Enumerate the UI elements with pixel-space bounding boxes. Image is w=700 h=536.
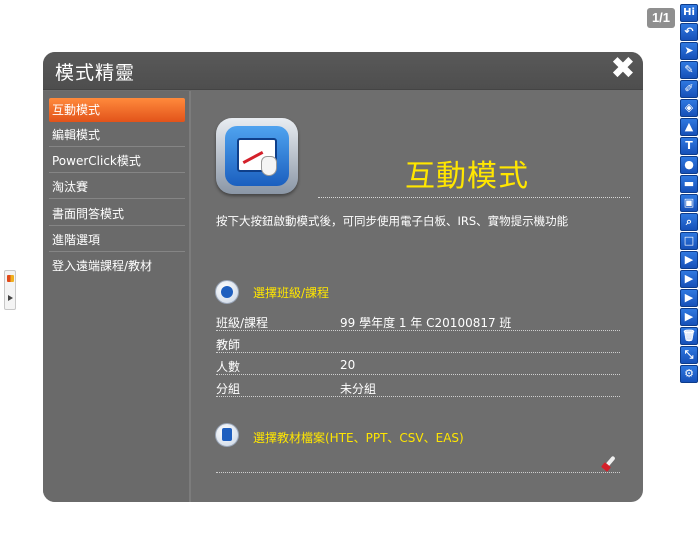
info-row-class: 班級/課程 99 學年度 1 年 C20100817 班 xyxy=(216,310,620,331)
page-counter: 1/1 xyxy=(647,8,675,28)
page-add-icon[interactable]: ▶ xyxy=(680,251,698,269)
sidebar-item-powerclick-mode[interactable]: PowerClick模式 xyxy=(49,149,185,173)
trash-icon[interactable]: 🗑 xyxy=(680,327,698,345)
page-copy-icon[interactable]: ▶ xyxy=(680,308,698,326)
info-row-teacher: 教師 xyxy=(216,332,620,353)
info-row-group: 分組 未分組 xyxy=(216,376,620,397)
highlighter-icon[interactable]: ▬ xyxy=(680,175,698,193)
mode-sidebar: 互動模式 編輯模式 PowerClick模式 淘汰賽 書面問答模式 進階選項 登… xyxy=(43,91,191,502)
mode-content: 互動模式 按下大按鈕啟動模式後，可同步使用電子白板、IRS、實物提示機功能 選擇… xyxy=(193,91,643,502)
file-select-icon[interactable] xyxy=(215,423,239,447)
file-select-label[interactable]: 選擇教材檔案(HTE、PPT、CSV、EAS) xyxy=(253,429,464,446)
pick-file-icon[interactable] xyxy=(599,453,619,473)
class-select-label[interactable]: 選擇班級/課程 xyxy=(253,284,329,301)
resize-icon[interactable]: ⤡ xyxy=(680,346,698,364)
page-insert-icon[interactable]: ▶ xyxy=(680,289,698,307)
pen-icon[interactable]: ✎ xyxy=(680,61,698,79)
sidebar-item-advanced-options[interactable]: 進階選項 xyxy=(49,228,185,252)
hand-icon xyxy=(261,156,277,176)
sidebar-item-elimination[interactable]: 淘汰賽 xyxy=(49,175,185,199)
color-icon[interactable]: ● xyxy=(680,156,698,174)
whiteboard-icon xyxy=(225,126,289,186)
undo-icon[interactable]: ↶ xyxy=(680,23,698,41)
start-mode-button[interactable] xyxy=(216,118,298,194)
shape-icon[interactable]: ▲ xyxy=(680,118,698,136)
pointer-icon[interactable]: ➤ xyxy=(680,42,698,60)
camera-icon[interactable]: ▣ xyxy=(680,194,698,212)
mode-title: 互動模式 xyxy=(405,159,529,194)
hi-icon[interactable]: Hi xyxy=(680,4,698,22)
sidebar-item-interactive-mode[interactable]: 互動模式 xyxy=(49,98,185,122)
marker-icon[interactable]: ✐ xyxy=(680,80,698,98)
page-next-icon[interactable]: ▶ xyxy=(680,270,698,288)
close-button[interactable]: ✖ xyxy=(609,54,637,84)
dialog-title: 模式精靈 xyxy=(55,62,136,84)
file-path-field[interactable] xyxy=(216,472,620,473)
dialog-header: 模式精靈 ✖ xyxy=(43,52,643,90)
right-toolbar: Hi ↶ ➤ ✎ ✐ ◈ ▲ T ● ▬ ▣ ⌕ □ ▶ ▶ ▶ ▶ 🗑 ⤡ ⚙ xyxy=(680,4,698,384)
eraser-icon[interactable]: ◈ xyxy=(680,99,698,117)
mode-wizard-dialog: 模式精靈 ✖ 互動模式 編輯模式 PowerClick模式 淘汰賽 書面問答模式… xyxy=(43,52,643,502)
side-panel-handle[interactable] xyxy=(4,270,16,310)
title-divider xyxy=(318,197,630,198)
info-row-count: 人數 20 xyxy=(216,354,620,375)
sidebar-item-edit-mode[interactable]: 編輯模式 xyxy=(49,123,185,147)
class-select-icon[interactable] xyxy=(215,280,239,304)
mode-description: 按下大按鈕啟動模式後，可同步使用電子白板、IRS、實物提示機功能 xyxy=(216,214,569,228)
expand-arrow-icon xyxy=(8,295,13,301)
sidebar-item-remote-course-login[interactable]: 登入遠端課程/教材 xyxy=(49,254,185,278)
screen-icon[interactable]: □ xyxy=(680,232,698,250)
text-icon[interactable]: T xyxy=(680,137,698,155)
palette-icon xyxy=(7,275,14,282)
zoom-icon[interactable]: ⌕ xyxy=(680,213,698,231)
sidebar-item-written-qa-mode[interactable]: 書面問答模式 xyxy=(49,202,185,226)
settings-icon[interactable]: ⚙ xyxy=(680,365,698,383)
